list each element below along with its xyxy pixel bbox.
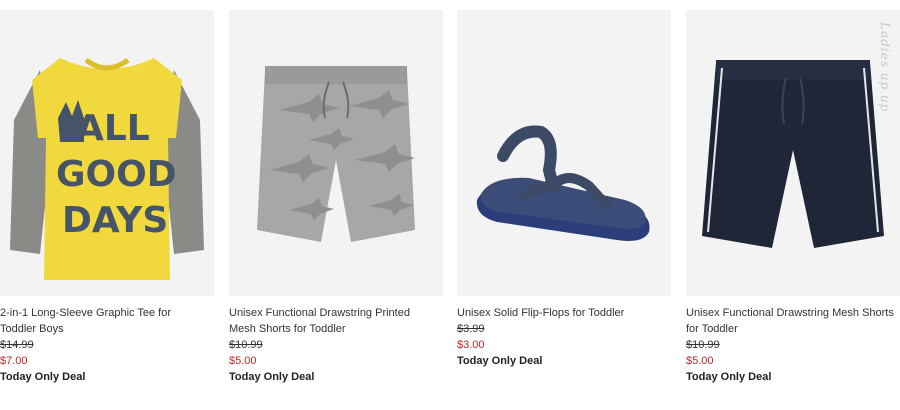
original-price: $3.99 bbox=[457, 323, 485, 335]
graphic-text-3: DAYS bbox=[62, 200, 168, 241]
product-card[interactable]: Unisex Functional Drawstring Printed Mes… bbox=[229, 10, 443, 385]
product-grid: ALL GOOD DAYS 2-in-1 Long-Sleeve Graphic… bbox=[0, 0, 900, 410]
sale-price: $5.00 bbox=[229, 355, 257, 367]
navy-mesh-shorts-image bbox=[702, 60, 884, 248]
original-price: $10.99 bbox=[229, 339, 263, 351]
yellow-tee-image: ALL GOOD DAYS bbox=[10, 57, 204, 280]
product-image[interactable]: Ladies up up bbox=[686, 10, 900, 296]
watermark: Ladies up up bbox=[878, 22, 892, 113]
deal-badge: Today Only Deal bbox=[0, 371, 86, 383]
product-card[interactable]: ALL GOOD DAYS 2-in-1 Long-Sleeve Graphic… bbox=[0, 10, 214, 385]
product-image[interactable] bbox=[457, 10, 671, 296]
graphic-text-2: GOOD bbox=[56, 154, 177, 195]
product-title[interactable]: Unisex Functional Drawstring Mesh Shorts… bbox=[686, 305, 900, 337]
product-image[interactable] bbox=[229, 10, 443, 296]
product-image[interactable]: ALL GOOD DAYS bbox=[0, 10, 214, 296]
sale-price: $3.00 bbox=[457, 339, 485, 351]
navy-flip-flop-image bbox=[476, 125, 650, 241]
graphic-text-1: ALL bbox=[76, 108, 150, 149]
product-card[interactable]: Ladies up up Unisex Functional Drawstrin… bbox=[686, 10, 900, 385]
deal-badge: Today Only Deal bbox=[457, 355, 543, 367]
product-title[interactable]: 2-in-1 Long-Sleeve Graphic Tee for Toddl… bbox=[0, 305, 214, 337]
product-title[interactable]: Unisex Solid Flip-Flops for Toddler bbox=[457, 305, 671, 321]
gray-shark-shorts-image bbox=[257, 66, 415, 242]
product-title[interactable]: Unisex Functional Drawstring Printed Mes… bbox=[229, 305, 443, 337]
original-price: $14.99 bbox=[0, 339, 34, 351]
sale-price: $5.00 bbox=[686, 355, 714, 367]
sale-price: $7.00 bbox=[0, 355, 28, 367]
deal-badge: Today Only Deal bbox=[229, 371, 315, 383]
deal-badge: Today Only Deal bbox=[686, 371, 772, 383]
original-price: $10.99 bbox=[686, 339, 720, 351]
product-card[interactable]: Unisex Solid Flip-Flops for Toddler $3.9… bbox=[457, 10, 671, 369]
